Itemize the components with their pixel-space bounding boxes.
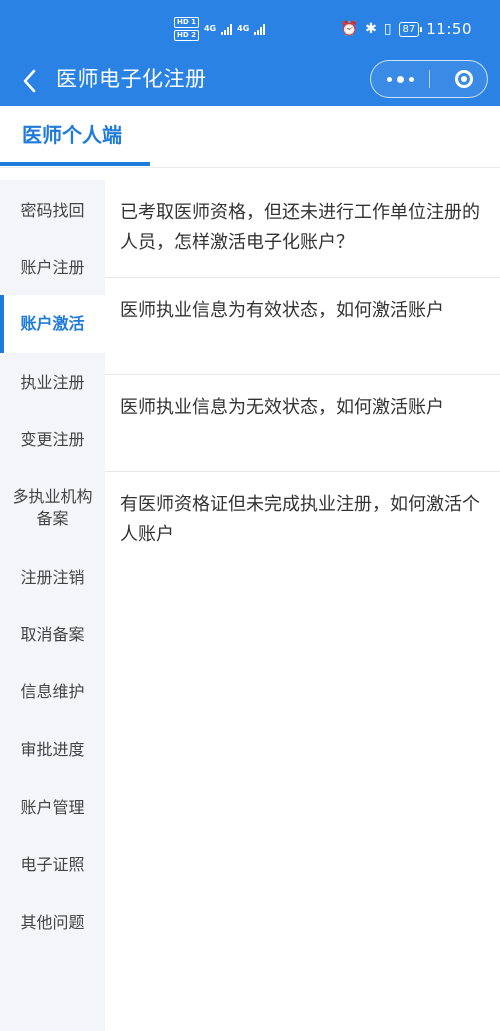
list-item[interactable]: 有医师资格证但未完成执业注册，如何激活个人账户: [105, 472, 500, 569]
dot-icon: [396, 75, 404, 83]
sidebar-item-e-license[interactable]: 电子证照: [0, 854, 105, 876]
clock: 11:50: [426, 20, 472, 38]
battery-icon: 87: [398, 21, 422, 37]
sidebar-item-account-activation[interactable]: 账户激活: [0, 295, 105, 353]
network-indicators: HD 1 HD 2 4G 4G: [174, 14, 266, 44]
sidebar-item-password-recovery[interactable]: 密码找回: [0, 200, 105, 222]
sidebar-item-change-register[interactable]: 变更注册: [0, 429, 105, 451]
list-item[interactable]: 医师执业信息为无效状态，如何激活账户: [105, 375, 500, 472]
sidebar-item-register-cancel[interactable]: 注册注销: [0, 567, 105, 589]
mini-program-capsule: [370, 60, 488, 98]
tab-doctor-personal[interactable]: 医师个人端: [0, 106, 150, 168]
close-mini-program-button[interactable]: [440, 61, 488, 97]
tab-bar: 医师个人端: [0, 106, 500, 168]
top-bar: HD 1 HD 2 4G 4G ⏰ ✱ ▯ 87 11:50 医师电子化注册: [0, 0, 500, 106]
page-title: 医师电子化注册: [56, 67, 207, 91]
more-options-button[interactable]: [371, 61, 429, 97]
category-sidebar: 密码找回 账户注册 账户激活 执业注册 变更注册 多执业机构备案 注册注销 取消…: [0, 180, 105, 1031]
dot-icon: [386, 76, 392, 82]
question-text: 医师执业信息为无效状态，如何激活账户: [120, 397, 444, 418]
sidebar-item-multi-institution[interactable]: 多执业机构备案: [8, 486, 97, 530]
signal-icon-2: [254, 23, 266, 35]
bluetooth-icon: ✱: [365, 21, 377, 37]
sidebar-item-other-questions[interactable]: 其他问题: [0, 912, 105, 934]
nav-bar: 医师电子化注册: [0, 58, 500, 106]
signal-icon: [221, 23, 233, 35]
tab-active-indicator: [0, 162, 150, 166]
back-arrow-icon[interactable]: [18, 66, 48, 96]
list-item[interactable]: 已考取医师资格，但还未进行工作单位注册的人员，怎样激活电子化账户？: [105, 180, 500, 278]
network-type-2: 4G: [237, 24, 250, 33]
sidebar-item-account-management[interactable]: 账户管理: [0, 797, 105, 819]
hd-badges: HD 1 HD 2: [174, 17, 199, 41]
sidebar-item-practice-register[interactable]: 执业注册: [0, 372, 105, 394]
alarm-icon: ⏰: [340, 21, 359, 37]
question-text: 已考取医师资格，但还未进行工作单位注册的人员，怎样激活电子化账户？: [120, 202, 480, 253]
hd1-badge: HD 1: [174, 17, 199, 28]
sidebar-item-account-register[interactable]: 账户注册: [0, 257, 105, 279]
sidebar-item-cancel-filing[interactable]: 取消备案: [0, 624, 105, 646]
network-type-1: 4G: [203, 24, 217, 33]
question-text: 有医师资格证但未完成执业注册，如何激活个人账户: [120, 494, 480, 545]
dot-icon: [408, 76, 414, 82]
system-indicators: ⏰ ✱ ▯ 87 11:50: [341, 15, 472, 43]
question-text: 医师执业信息为有效状态，如何激活账户: [120, 300, 444, 321]
list-item[interactable]: 医师执业信息为有效状态，如何激活账户: [105, 278, 500, 375]
target-icon: [455, 70, 473, 88]
vibrate-icon: ▯: [383, 21, 392, 37]
hd2-badge: HD 2: [174, 30, 199, 41]
tab-label: 医师个人端: [22, 123, 122, 147]
status-bar: HD 1 HD 2 4G 4G ⏰ ✱ ▯ 87 11:50: [0, 0, 500, 58]
sidebar-item-info-maintenance[interactable]: 信息维护: [0, 681, 105, 703]
capsule-divider: [429, 70, 430, 88]
sidebar-item-approval-progress[interactable]: 审批进度: [0, 739, 105, 761]
